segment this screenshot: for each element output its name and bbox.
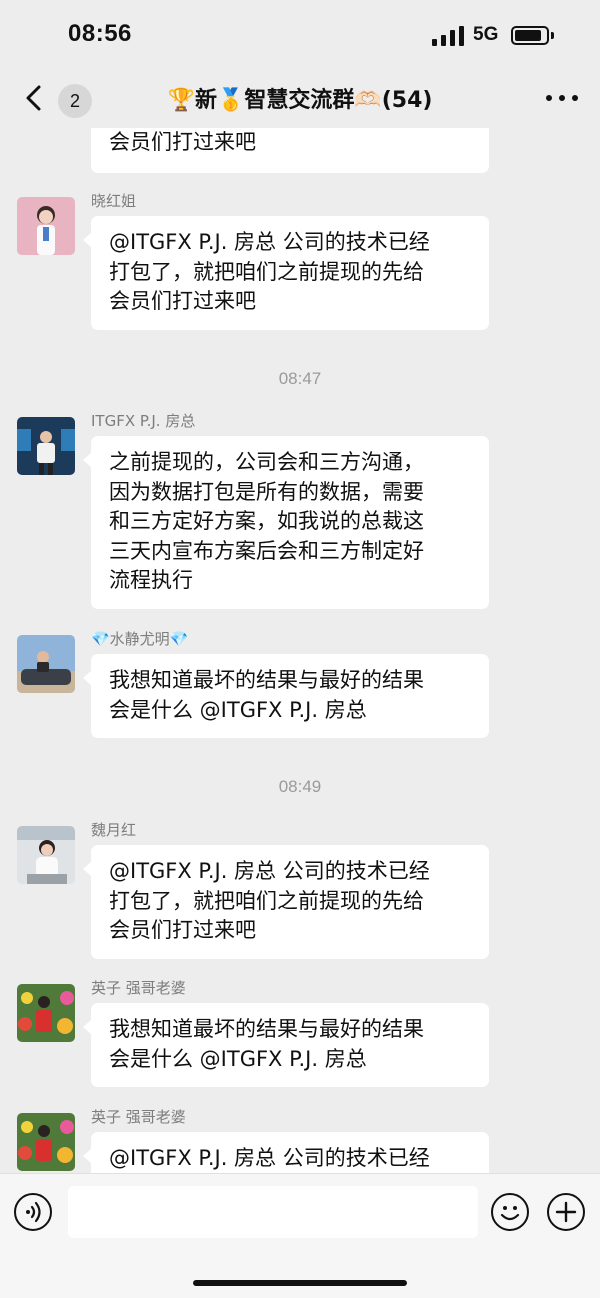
- dot-icon: [546, 95, 552, 101]
- message-bubble[interactable]: @ITGFX P.J. 房总 公司的技术已经: [83, 1132, 489, 1173]
- sender-name: ITGFX P.J. 房总: [91, 412, 196, 430]
- signal-icon: [432, 26, 464, 46]
- person-avatar-icon: [17, 1113, 75, 1171]
- message-line: 之前提现的，公司会和三方沟通，: [109, 450, 424, 474]
- input-bar: [0, 1173, 600, 1298]
- timestamp: 08:47: [278, 369, 322, 388]
- message-bubble[interactable]: 会员们打过来吧: [91, 128, 489, 173]
- message-line: @ITGFX P.J. 房总 公司的技术已经: [109, 1146, 430, 1170]
- chat-title: 🏆新🥇智慧交流群🫶🏻(54): [167, 88, 433, 113]
- chat-message-list[interactable]: 会员们打过来吧 晓红姐 @ITGFX P.J. 房总 公司的技术已经 打包了，就…: [0, 128, 600, 1173]
- message-line: 我想知道最坏的结果与最好的结果: [109, 1017, 424, 1041]
- message-input[interactable]: [68, 1186, 478, 1238]
- message-line: 打包了，就把咱们之前提现的先给: [109, 888, 424, 913]
- voice-button[interactable]: [14, 1193, 52, 1231]
- plus-icon: [555, 1201, 577, 1223]
- status-bar: 08:56 5G: [0, 0, 600, 70]
- battery-tip: [551, 32, 554, 39]
- timestamp: 08:49: [278, 777, 322, 796]
- voice-icon: [26, 1201, 41, 1223]
- more-options-button[interactable]: [542, 84, 582, 110]
- back-button[interactable]: 2: [14, 78, 92, 118]
- message-line: 三天内宣布方案后会和三方制定好: [109, 538, 424, 563]
- avatar-flowers[interactable]: [17, 984, 75, 1042]
- chevron-left-icon: [26, 85, 41, 111]
- message-bubble[interactable]: 之前提现的，公司会和三方沟通， 因为数据打包是所有的数据，需要 和三方定好方案，…: [83, 436, 489, 609]
- person-avatar-icon: [17, 826, 75, 884]
- home-indicator: [193, 1280, 407, 1286]
- avatar-pink[interactable]: [17, 197, 75, 255]
- message-line: 打包了，就把咱们之前提现的先给: [109, 259, 424, 284]
- dot-icon: [559, 95, 565, 101]
- emoji-icon: [500, 1206, 520, 1221]
- sender-name: 英子 强哥老婆: [91, 979, 186, 997]
- message-line: 会员们打过来吧: [109, 289, 256, 313]
- message-line: 我想知道最坏的结果与最好的结果: [109, 668, 424, 692]
- message-line: 会是什么 @ITGFX P.J. 房总: [109, 1046, 367, 1071]
- person-avatar-icon: [17, 417, 75, 475]
- person-avatar-icon: [17, 635, 75, 693]
- message-line: @ITGFX P.J. 房总 公司的技术已经: [109, 859, 430, 883]
- emoji-button[interactable]: [491, 1193, 529, 1231]
- message-line: 和三方定好方案，如我说的总裁这: [109, 509, 424, 533]
- avatar-office[interactable]: [17, 826, 75, 884]
- message-bubble[interactable]: @ITGFX P.J. 房总 公司的技术已经 打包了，就把咱们之前提现的先给 会…: [83, 216, 489, 330]
- dot-icon: [572, 95, 578, 101]
- unread-count-badge: 2: [58, 84, 92, 118]
- message-line: 因为数据打包是所有的数据，需要: [109, 479, 424, 504]
- message-line: @ITGFX P.J. 房总 公司的技术已经: [109, 230, 430, 254]
- status-time: 08:56: [68, 20, 132, 47]
- message-bubble[interactable]: 我想知道最坏的结果与最好的结果 会是什么 @ITGFX P.J. 房总: [83, 1003, 489, 1087]
- message-line: 流程执行: [109, 568, 193, 592]
- message-line: 会员们打过来吧: [109, 130, 256, 154]
- message-line: 会是什么 @ITGFX P.J. 房总: [109, 697, 367, 722]
- avatar-stage[interactable]: [17, 417, 75, 475]
- plus-button[interactable]: [547, 1193, 585, 1231]
- message-bubble[interactable]: 我想知道最坏的结果与最好的结果 会是什么 @ITGFX P.J. 房总: [83, 654, 489, 738]
- avatar-car[interactable]: [17, 635, 75, 693]
- message-bubble[interactable]: @ITGFX P.J. 房总 公司的技术已经 打包了，就把咱们之前提现的先给 会…: [83, 845, 489, 959]
- sender-name: 英子 强哥老婆: [91, 1108, 186, 1126]
- sender-name: 晓红姐: [91, 192, 137, 210]
- message-line: 会员们打过来吧: [109, 918, 256, 942]
- network-type: 5G: [473, 24, 499, 45]
- nav-bar: 2 🏆新🥇智慧交流群🫶🏻(54): [0, 70, 600, 128]
- sender-name: 魏月红: [91, 821, 137, 839]
- avatar-flowers[interactable]: [17, 1113, 75, 1171]
- person-avatar-icon: [17, 984, 75, 1042]
- battery-icon: [511, 26, 549, 45]
- sender-name: 💎水静尤明💎: [91, 630, 189, 648]
- battery-level: [515, 30, 541, 41]
- person-avatar-icon: [17, 197, 75, 255]
